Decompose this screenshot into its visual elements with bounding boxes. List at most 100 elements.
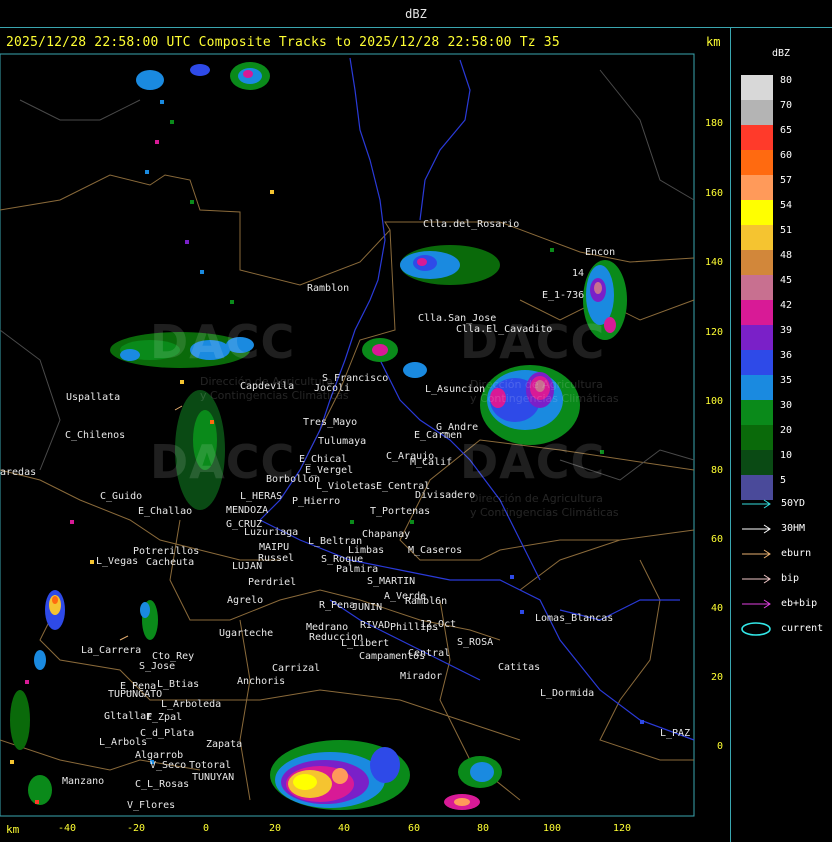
place-label: C_Guido: [100, 491, 143, 502]
place-label: Clla.El_Cavadito: [456, 324, 553, 335]
scale-swatch: [741, 100, 773, 125]
x-tick: 20: [268, 823, 282, 834]
scale-value: 45: [780, 275, 793, 286]
scale-swatch: [741, 300, 773, 325]
legend-label: current: [781, 623, 824, 634]
scale-swatch: [741, 325, 773, 350]
track-arrow-icon: [742, 599, 771, 609]
scale-swatch: [741, 125, 773, 150]
scale-value: 60: [780, 150, 793, 161]
scale-swatch: [741, 425, 773, 450]
legend-label: 50YD: [781, 498, 806, 509]
watermark-logo-1: DACC: [150, 315, 296, 369]
scale-value: 65: [780, 125, 793, 136]
place-label: Palmira: [336, 564, 379, 575]
track-arrow-icon: [742, 524, 771, 534]
place-label: Central: [408, 648, 451, 659]
place-label: V_Seco: [150, 760, 187, 771]
place-label: Zapata: [206, 739, 243, 750]
place-label: L_Arbols: [99, 737, 148, 748]
y-tick: 0: [716, 741, 723, 752]
x-tick: -40: [57, 823, 77, 834]
place-label: Clla.San_Jose: [418, 313, 497, 324]
place-label: Phillips: [390, 622, 439, 633]
place-label: Perdriel: [248, 577, 297, 588]
place-label: E_Carmen: [414, 430, 463, 441]
track-arrow-icon: [742, 499, 771, 509]
place-label: Agrelo: [227, 595, 264, 606]
place-label: Catitas: [498, 662, 541, 673]
place-label: Russel: [258, 553, 295, 564]
scale-value: 70: [780, 100, 793, 111]
place-label: Rambl6n: [405, 596, 448, 607]
place-label: Tulumaya: [318, 436, 367, 447]
place-label: Lomas_Blancas: [535, 613, 614, 624]
scale-title: dBZ: [772, 48, 791, 59]
place-label: Anchoris: [237, 676, 286, 687]
legend-label: eburn: [781, 548, 812, 559]
track-arrow-icon: [742, 574, 771, 584]
x-tick: 100: [542, 823, 562, 834]
x-tick: 60: [407, 823, 421, 834]
place-label: C_Chilenos: [65, 430, 126, 441]
place-label: Chapanay: [362, 529, 411, 540]
scale-value: 20: [780, 425, 793, 436]
scale-swatch: [741, 450, 773, 475]
x-tick: 40: [337, 823, 351, 834]
place-label: P_Hierro: [292, 496, 341, 507]
place-label: aredas: [0, 467, 37, 478]
place-label: E_Challao: [138, 506, 193, 517]
place-label: L_Dormida: [540, 688, 595, 699]
place-label: M_Calif: [410, 457, 453, 468]
y-tick: 100: [704, 396, 723, 407]
legend-label: bip: [781, 573, 800, 584]
place-label: MAIPU: [259, 542, 290, 553]
place-label: RIVAD: [360, 620, 391, 631]
place-label: L_HERAS: [240, 491, 283, 502]
x-tick: -20: [126, 823, 146, 834]
place-label: Jocoli: [314, 383, 351, 394]
place-label: R_Pena: [319, 600, 356, 611]
place-label: E_1-736: [542, 290, 585, 301]
x-tick: 80: [476, 823, 490, 834]
scale-swatch: [741, 400, 773, 425]
place-label: Uspallata: [66, 392, 121, 403]
scale-value: 10: [780, 450, 793, 461]
place-label: V_Flores: [127, 800, 176, 811]
place-label: Encon: [585, 247, 616, 258]
watermark-logo-4: DACC: [460, 435, 606, 489]
scale-value: 39: [780, 325, 793, 336]
km-label-top: km: [706, 35, 721, 49]
place-label: Manzano: [62, 776, 105, 787]
subtitle: 2025/12/28 22:58:00 UTC Composite Tracks…: [6, 35, 560, 50]
place-label: L_PAZ: [660, 728, 691, 739]
scale-value: 54: [780, 200, 793, 211]
scale-value: 30: [780, 400, 793, 411]
place-label: L_Vegas: [96, 556, 139, 567]
scale-value: 80: [780, 75, 793, 86]
scale-swatch: [741, 200, 773, 225]
place-label: Potrerillos: [133, 546, 200, 557]
scale-value: 36: [780, 350, 793, 361]
scale-swatch: [741, 150, 773, 175]
place-label: L_Violetas: [316, 481, 377, 492]
y-tick: 60: [710, 534, 723, 545]
place-label: L_Arboleda: [161, 699, 222, 710]
y-tick: 20: [710, 672, 723, 683]
km-label-bottom: km: [6, 823, 20, 836]
place-label: TUNUYAN: [192, 772, 235, 783]
scale-value: 57: [780, 175, 793, 186]
scale-value: 35: [780, 375, 793, 386]
scale-value: 5: [780, 475, 787, 486]
current-ellipse-icon: [741, 622, 771, 636]
place-label: S_Jose: [139, 661, 176, 672]
place-label: S_MARTIN: [367, 576, 416, 587]
place-label: E_Chical: [299, 454, 348, 465]
scale-swatch: [741, 275, 773, 300]
scale-swatch: [741, 350, 773, 375]
y-tick: 180: [704, 118, 723, 129]
y-tick: 140: [704, 257, 723, 268]
scale-swatch: [741, 75, 773, 100]
scale-value: 48: [780, 250, 793, 261]
place-label: S_ROSA: [457, 637, 494, 648]
